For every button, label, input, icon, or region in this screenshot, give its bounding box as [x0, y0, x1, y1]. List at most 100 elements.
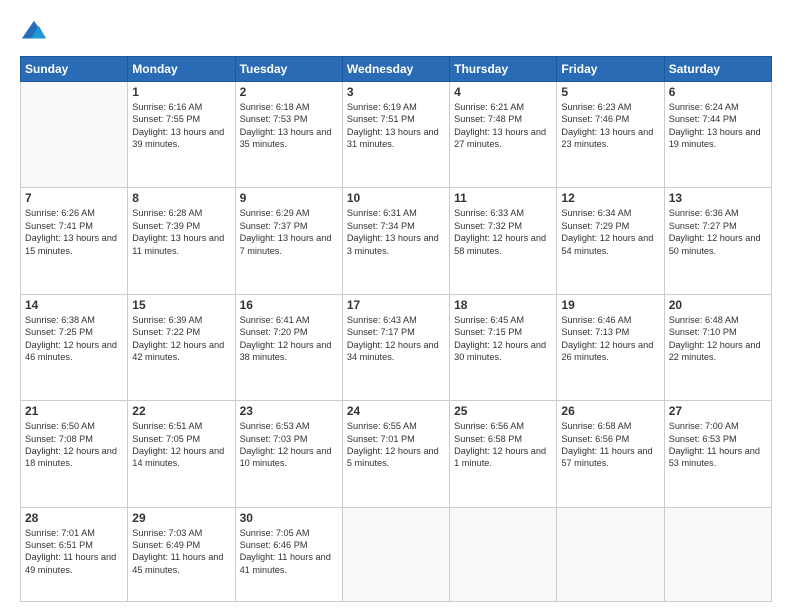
day-number: 2 [240, 85, 338, 99]
day-number: 25 [454, 404, 552, 418]
calendar-table: SundayMondayTuesdayWednesdayThursdayFrid… [20, 56, 772, 602]
calendar-cell: 2 Sunrise: 6:18 AM Sunset: 7:53 PM Daylig… [235, 82, 342, 188]
day-number: 10 [347, 191, 445, 205]
calendar-cell [450, 507, 557, 601]
day-number: 17 [347, 298, 445, 312]
cell-info: Sunrise: 6:16 AM Sunset: 7:55 PM Dayligh… [132, 101, 230, 151]
cell-info: Sunrise: 6:21 AM Sunset: 7:48 PM Dayligh… [454, 101, 552, 151]
day-number: 29 [132, 511, 230, 525]
calendar-cell: 7 Sunrise: 6:26 AM Sunset: 7:41 PM Daylig… [21, 188, 128, 294]
weekday-header: Sunday [21, 57, 128, 82]
calendar-cell: 20 Sunrise: 6:48 AM Sunset: 7:10 PM Dayli… [664, 294, 771, 400]
day-number: 1 [132, 85, 230, 99]
calendar-week-row: 28 Sunrise: 7:01 AM Sunset: 6:51 PM Dayli… [21, 507, 772, 601]
day-number: 27 [669, 404, 767, 418]
cell-info: Sunrise: 6:56 AM Sunset: 6:58 PM Dayligh… [454, 420, 552, 470]
day-number: 11 [454, 191, 552, 205]
calendar-cell: 17 Sunrise: 6:43 AM Sunset: 7:17 PM Dayli… [342, 294, 449, 400]
cell-info: Sunrise: 6:33 AM Sunset: 7:32 PM Dayligh… [454, 207, 552, 257]
calendar-cell: 1 Sunrise: 6:16 AM Sunset: 7:55 PM Daylig… [128, 82, 235, 188]
calendar-cell: 19 Sunrise: 6:46 AM Sunset: 7:13 PM Dayli… [557, 294, 664, 400]
calendar-cell: 25 Sunrise: 6:56 AM Sunset: 6:58 PM Dayli… [450, 401, 557, 507]
cell-info: Sunrise: 6:19 AM Sunset: 7:51 PM Dayligh… [347, 101, 445, 151]
cell-info: Sunrise: 6:18 AM Sunset: 7:53 PM Dayligh… [240, 101, 338, 151]
day-number: 23 [240, 404, 338, 418]
cell-info: Sunrise: 6:43 AM Sunset: 7:17 PM Dayligh… [347, 314, 445, 364]
calendar-cell: 16 Sunrise: 6:41 AM Sunset: 7:20 PM Dayli… [235, 294, 342, 400]
day-number: 13 [669, 191, 767, 205]
day-number: 24 [347, 404, 445, 418]
calendar-cell: 18 Sunrise: 6:45 AM Sunset: 7:15 PM Dayli… [450, 294, 557, 400]
calendar-week-row: 21 Sunrise: 6:50 AM Sunset: 7:08 PM Dayli… [21, 401, 772, 507]
calendar-cell [557, 507, 664, 601]
calendar-cell [664, 507, 771, 601]
calendar-cell: 28 Sunrise: 7:01 AM Sunset: 6:51 PM Dayli… [21, 507, 128, 601]
day-number: 16 [240, 298, 338, 312]
page: SundayMondayTuesdayWednesdayThursdayFrid… [0, 0, 792, 612]
calendar-cell: 27 Sunrise: 7:00 AM Sunset: 6:53 PM Dayli… [664, 401, 771, 507]
calendar-cell: 21 Sunrise: 6:50 AM Sunset: 7:08 PM Dayli… [21, 401, 128, 507]
calendar-cell: 5 Sunrise: 6:23 AM Sunset: 7:46 PM Daylig… [557, 82, 664, 188]
cell-info: Sunrise: 6:46 AM Sunset: 7:13 PM Dayligh… [561, 314, 659, 364]
calendar-cell: 8Sunrise: 6:28 AM Sunset: 7:39 PM Daylig… [128, 188, 235, 294]
day-number: 28 [25, 511, 123, 525]
cell-info: Sunrise: 6:38 AM Sunset: 7:25 PM Dayligh… [25, 314, 123, 364]
cell-info: Sunrise: 6:29 AM Sunset: 7:37 PM Dayligh… [240, 207, 338, 257]
day-number: 8 [132, 191, 230, 205]
cell-info: Sunrise: 6:48 AM Sunset: 7:10 PM Dayligh… [669, 314, 767, 364]
calendar-cell: 14 Sunrise: 6:38 AM Sunset: 7:25 PM Dayli… [21, 294, 128, 400]
cell-info: Sunrise: 6:39 AM Sunset: 7:22 PM Dayligh… [132, 314, 230, 364]
cell-info: Sunrise: 6:41 AM Sunset: 7:20 PM Dayligh… [240, 314, 338, 364]
calendar-cell: 24 Sunrise: 6:55 AM Sunset: 7:01 PM Dayli… [342, 401, 449, 507]
day-number: 26 [561, 404, 659, 418]
cell-info: Sunrise: 6:36 AM Sunset: 7:27 PM Dayligh… [669, 207, 767, 257]
day-number: 30 [240, 511, 338, 525]
calendar-cell: 23 Sunrise: 6:53 AM Sunset: 7:03 PM Dayli… [235, 401, 342, 507]
day-number: 3 [347, 85, 445, 99]
cell-info: Sunrise: 6:23 AM Sunset: 7:46 PM Dayligh… [561, 101, 659, 151]
cell-info: Sunrise: 6:53 AM Sunset: 7:03 PM Dayligh… [240, 420, 338, 470]
cell-info: Sunrise: 6:55 AM Sunset: 7:01 PM Dayligh… [347, 420, 445, 470]
calendar-cell: 11 Sunrise: 6:33 AM Sunset: 7:32 PM Dayli… [450, 188, 557, 294]
calendar-cell: 6 Sunrise: 6:24 AM Sunset: 7:44 PM Daylig… [664, 82, 771, 188]
day-number: 6 [669, 85, 767, 99]
cell-info: Sunrise: 7:01 AM Sunset: 6:51 PM Dayligh… [25, 527, 123, 577]
day-number: 9 [240, 191, 338, 205]
day-number: 5 [561, 85, 659, 99]
header [20, 18, 772, 46]
day-number: 15 [132, 298, 230, 312]
cell-info: Sunrise: 6:58 AM Sunset: 6:56 PM Dayligh… [561, 420, 659, 470]
calendar-cell [342, 507, 449, 601]
day-number: 20 [669, 298, 767, 312]
day-number: 21 [25, 404, 123, 418]
cell-info: Sunrise: 7:05 AM Sunset: 6:46 PM Dayligh… [240, 527, 338, 577]
cell-info: Sunrise: 6:24 AM Sunset: 7:44 PM Dayligh… [669, 101, 767, 151]
calendar-cell: 10Sunrise: 6:31 AM Sunset: 7:34 PM Dayli… [342, 188, 449, 294]
day-number: 22 [132, 404, 230, 418]
cell-info: Sunrise: 6:34 AM Sunset: 7:29 PM Dayligh… [561, 207, 659, 257]
calendar-cell [21, 82, 128, 188]
calendar-cell: 29Sunrise: 7:03 AM Sunset: 6:49 PM Dayli… [128, 507, 235, 601]
day-number: 14 [25, 298, 123, 312]
cell-info: Sunrise: 6:50 AM Sunset: 7:08 PM Dayligh… [25, 420, 123, 470]
calendar-cell: 13 Sunrise: 6:36 AM Sunset: 7:27 PM Dayli… [664, 188, 771, 294]
weekday-header: Thursday [450, 57, 557, 82]
calendar-cell: 15 Sunrise: 6:39 AM Sunset: 7:22 PM Dayli… [128, 294, 235, 400]
logo [20, 18, 52, 46]
weekday-header: Tuesday [235, 57, 342, 82]
day-number: 18 [454, 298, 552, 312]
cell-info: Sunrise: 6:51 AM Sunset: 7:05 PM Dayligh… [132, 420, 230, 470]
weekday-header: Wednesday [342, 57, 449, 82]
day-number: 7 [25, 191, 123, 205]
logo-icon [20, 18, 48, 46]
calendar-header-row: SundayMondayTuesdayWednesdayThursdayFrid… [21, 57, 772, 82]
calendar-cell: 12Sunrise: 6:34 AM Sunset: 7:29 PM Dayli… [557, 188, 664, 294]
weekday-header: Friday [557, 57, 664, 82]
cell-info: Sunrise: 6:26 AM Sunset: 7:41 PM Dayligh… [25, 207, 123, 257]
calendar-cell: 9 Sunrise: 6:29 AM Sunset: 7:37 PM Daylig… [235, 188, 342, 294]
cell-info: Sunrise: 6:45 AM Sunset: 7:15 PM Dayligh… [454, 314, 552, 364]
day-number: 19 [561, 298, 659, 312]
calendar-cell: 30 Sunrise: 7:05 AM Sunset: 6:46 PM Dayli… [235, 507, 342, 601]
calendar-week-row: 7 Sunrise: 6:26 AM Sunset: 7:41 PM Daylig… [21, 188, 772, 294]
cell-info: Sunrise: 7:00 AM Sunset: 6:53 PM Dayligh… [669, 420, 767, 470]
